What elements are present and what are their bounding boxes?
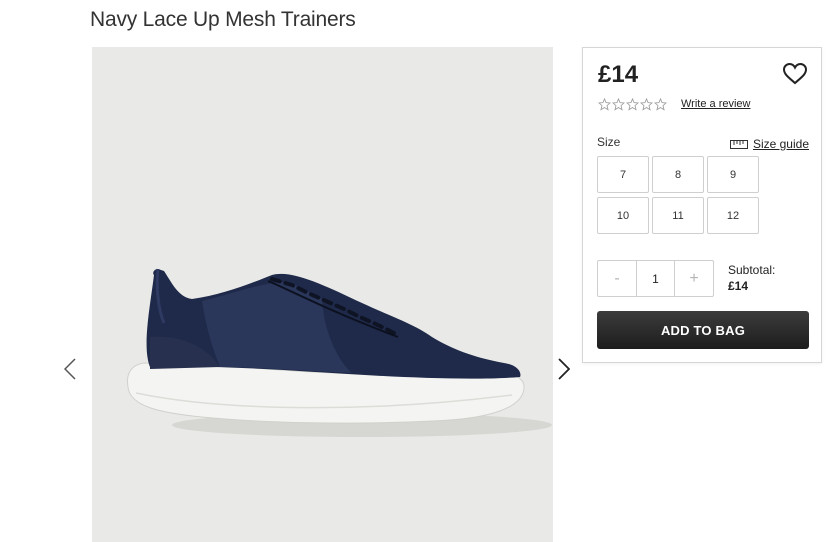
previous-image-button[interactable] xyxy=(60,356,80,382)
subtotal-amount: £14 xyxy=(728,279,749,293)
quantity-stepper: - 1 + xyxy=(597,260,714,297)
product-title: Navy Lace Up Mesh Trainers xyxy=(90,8,356,31)
trainer-image xyxy=(127,268,552,437)
next-image-button[interactable] xyxy=(554,356,574,382)
size-guide-label: Size guide xyxy=(752,137,809,151)
ruler-icon xyxy=(729,139,748,149)
star-outline-icon xyxy=(626,98,639,111)
quantity-decrease-button[interactable]: - xyxy=(598,261,636,296)
product-image xyxy=(92,47,553,542)
subtotal: Subtotal: £14 xyxy=(728,262,775,294)
size-option[interactable]: 11 xyxy=(652,197,704,234)
subtotal-label: Subtotal: xyxy=(728,263,776,277)
quantity-increase-button[interactable]: + xyxy=(675,261,713,296)
size-option[interactable]: 10 xyxy=(597,197,649,234)
size-option[interactable]: 7 xyxy=(597,156,649,193)
rating-stars xyxy=(598,98,667,111)
size-option[interactable]: 8 xyxy=(652,156,704,193)
star-outline-icon xyxy=(640,98,653,111)
size-guide-link[interactable]: Size guide xyxy=(729,137,809,151)
star-outline-icon xyxy=(654,98,667,111)
size-label: Size xyxy=(597,135,621,149)
heart-outline-icon xyxy=(782,62,808,85)
size-options: 7 8 9 10 11 12 xyxy=(597,156,759,234)
chevron-left-icon xyxy=(64,358,76,380)
write-review-link[interactable]: Write a review xyxy=(681,98,750,110)
star-outline-icon xyxy=(598,98,611,111)
add-to-bag-button[interactable]: ADD TO BAG xyxy=(597,311,809,349)
product-price: £14 xyxy=(598,61,639,88)
size-option[interactable]: 12 xyxy=(707,197,759,234)
wishlist-button[interactable] xyxy=(782,62,808,86)
size-option[interactable]: 9 xyxy=(707,156,759,193)
quantity-value[interactable]: 1 xyxy=(636,261,675,296)
star-outline-icon xyxy=(612,98,625,111)
chevron-right-icon xyxy=(558,358,570,380)
purchase-panel: £14 Write a review Size Size guide 7 8 9… xyxy=(582,47,822,363)
